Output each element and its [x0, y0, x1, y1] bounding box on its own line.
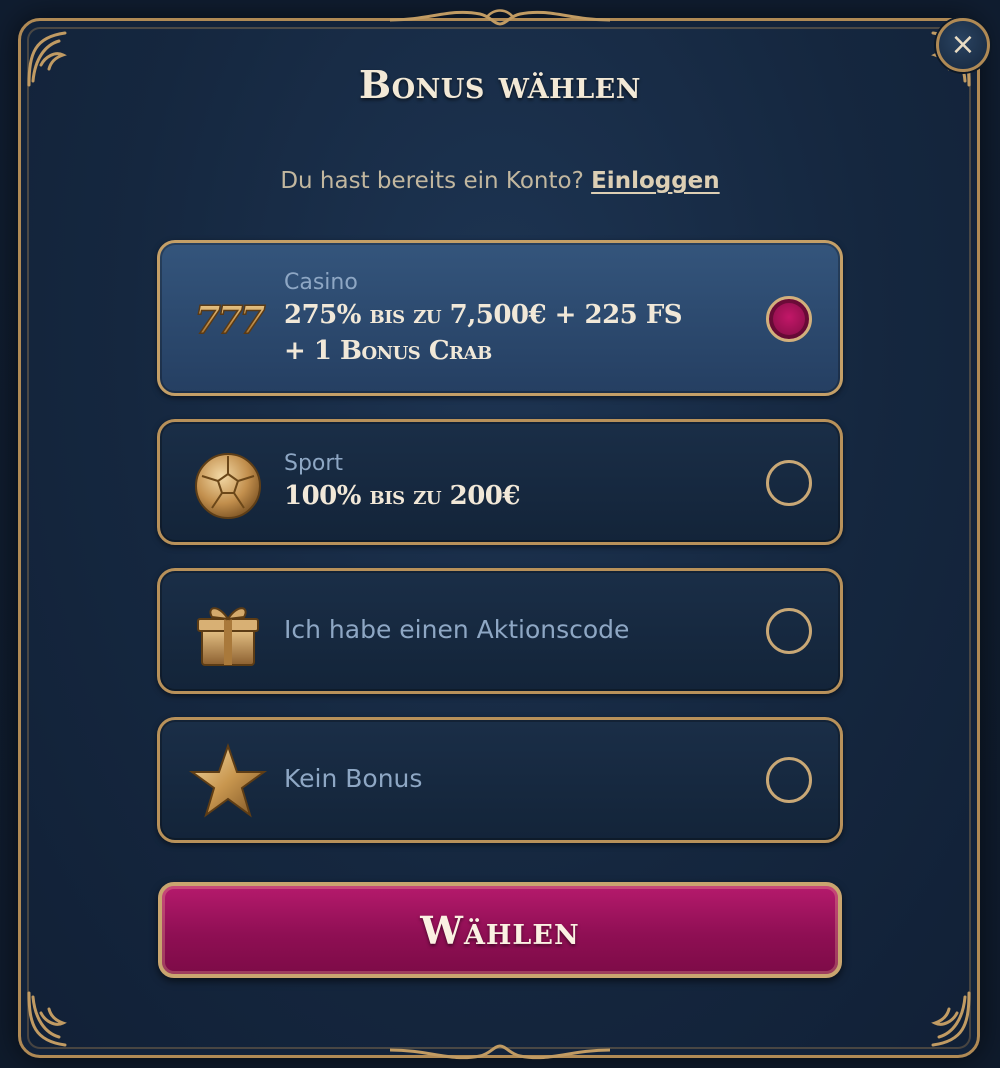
gift-box-icon [188, 593, 268, 673]
slot-777-icon: 777 [188, 279, 270, 359]
option-category: Sport [284, 451, 344, 476]
radio-unselected[interactable] [766, 608, 812, 654]
option-label: Kein Bonus [284, 764, 423, 793]
corner-ornament [913, 989, 973, 1049]
corner-ornament [25, 989, 85, 1049]
bonus-option-casino[interactable]: 777 Casino 275% bis zu 7,500€ + 225 FS +… [157, 240, 843, 396]
option-category: Casino [284, 270, 358, 295]
close-icon: × [950, 27, 976, 62]
login-prompt: Du hast bereits ein Konto? Einloggen [0, 168, 1000, 194]
option-label: Ich habe einen Aktionscode [284, 615, 630, 644]
bonus-option-sport[interactable]: Sport 100% bis zu 200€ [157, 419, 843, 545]
star-icon [188, 742, 268, 822]
bonus-option-promo-code[interactable]: Ich habe einen Aktionscode [157, 568, 843, 694]
login-prompt-text: Du hast bereits ein Konto? [280, 168, 584, 194]
soccer-ball-icon [188, 446, 268, 526]
choose-bonus-button[interactable]: Wählen [158, 882, 842, 978]
bottom-ornament [390, 1044, 610, 1060]
modal-title: Bonus wählen [359, 62, 641, 107]
top-ornament [390, 9, 610, 26]
option-offer: 100% bis zu 200€ [284, 481, 520, 511]
option-offer: 275% bis zu 7,500€ + 225 FS [284, 300, 683, 330]
bonus-option-none[interactable]: Kein Bonus [157, 717, 843, 843]
radio-unselected[interactable] [766, 757, 812, 803]
choose-button-label: Wählen [420, 907, 580, 953]
svg-text:777: 777 [194, 297, 265, 342]
login-link[interactable]: Einloggen [591, 168, 720, 194]
radio-selected[interactable] [766, 296, 812, 342]
radio-unselected[interactable] [766, 460, 812, 506]
option-offer: + 1 Bonus Crab [284, 336, 492, 366]
